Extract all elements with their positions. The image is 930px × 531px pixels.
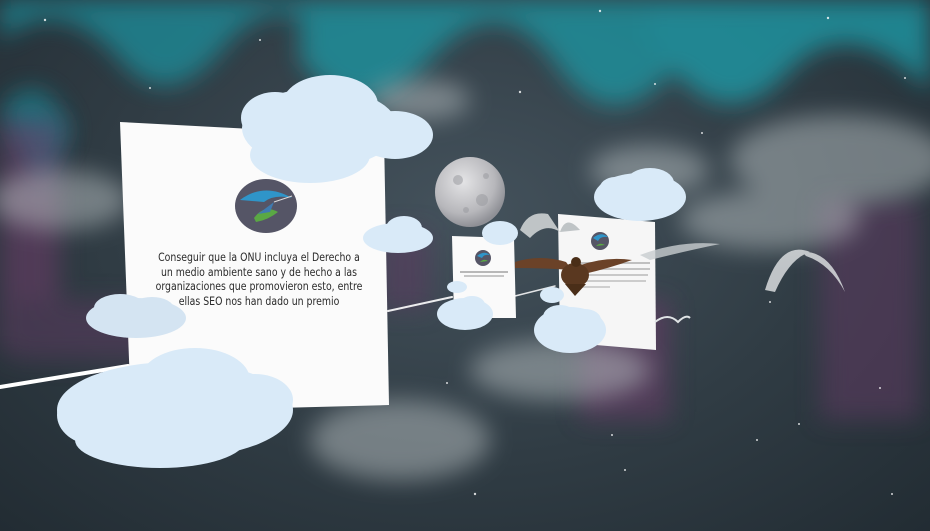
cloud-icon bbox=[594, 168, 686, 221]
cloud-icon bbox=[437, 296, 493, 330]
cloud-icon bbox=[241, 75, 433, 183]
cloud-icon bbox=[447, 281, 467, 293]
cloud-icon bbox=[540, 287, 564, 303]
cloud-icon bbox=[363, 216, 433, 253]
clouds bbox=[57, 75, 686, 468]
cloud-icon bbox=[57, 348, 293, 468]
cloud-icon bbox=[534, 305, 606, 353]
cloud-icon bbox=[482, 221, 518, 245]
vr-scene: Conseguir que la ONU incluya el Derecho … bbox=[0, 0, 930, 531]
cloud-icon bbox=[86, 294, 186, 338]
